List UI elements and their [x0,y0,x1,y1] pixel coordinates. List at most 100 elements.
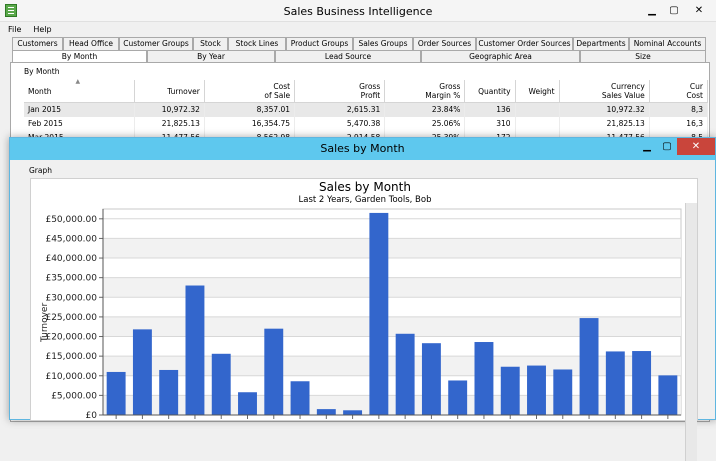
table-cell: 8,357.01 [204,102,296,117]
tab-customer-groups[interactable]: Customer Groups [119,37,193,50]
tab-order-sources[interactable]: Order Sources [413,37,476,50]
column-header-text: Quantity [478,86,511,96]
bar [185,285,205,415]
chart-minimize-button[interactable]: ▁ [637,138,657,155]
table-cell: 2,615.31 [294,102,386,117]
bar [500,366,520,415]
column-header[interactable]: Weight [515,80,560,103]
bar [211,353,231,415]
menu-help[interactable]: Help [33,25,51,34]
chart-area: Sales by Month Last 2 Years, Garden Tool… [30,178,698,461]
window-title: Sales Business Intelligence [283,5,433,18]
bar [264,328,284,415]
chart-close-button[interactable]: ✕ [677,138,715,155]
menu-bar: File Help [0,22,716,36]
table-cell: 136 [464,102,516,117]
column-header-text: Turnover [167,86,200,96]
column-header[interactable]: Cost of Sale [204,80,296,103]
column-header-text: Currency [611,82,645,91]
tab-product-groups[interactable]: Product Groups [286,37,353,50]
by-month-table: Month ▲ Turnover Cost of Sale Gross Profit Gros… [24,77,709,145]
bar [395,333,415,415]
column-header-text: Profit [360,91,381,100]
table-cell [515,102,560,117]
bar [238,392,257,415]
bar [448,380,468,415]
y-tick-label: £5,000.00 [51,391,97,401]
bar [553,369,573,415]
table-cell: 16,3 [649,116,709,131]
grid-band [103,238,681,259]
y-tick-label: £40,000.00 [45,254,97,264]
column-header-text: Cost [273,82,291,91]
bar [579,318,599,415]
bar [632,351,652,415]
column-header[interactable]: Quantity [464,80,516,103]
maximize-button[interactable]: ▢ [664,2,684,19]
column-header-text: Gross [359,82,381,91]
bar [369,212,389,415]
column-header-text: of Sale [264,91,291,100]
column-header[interactable]: Gross Margin % [384,80,466,103]
chart-window: Sales by Month ▁ ▢ ✕ Graph Sales by Mont… [9,137,716,461]
y-tick-label: £50,000.00 [45,215,97,225]
tab-nominal-accounts[interactable]: Nominal Accounts [629,37,706,50]
table-cell: 21,825.13 [134,116,205,131]
table-cell: 5,470.38 [294,116,386,131]
tab-row-top: Customers Head Office Customer Groups St… [0,37,716,50]
y-tick-label: £35,000.00 [45,274,97,284]
bar [605,351,625,415]
bar [106,371,126,415]
chart-maximize-button[interactable]: ▢ [657,138,677,155]
table-cell: 21,825.13 [559,116,650,131]
column-header-text: Margin % [425,91,461,100]
chart-scrollbar[interactable] [685,203,697,461]
sort-arrow-icon: ▲ [75,77,81,85]
bar-chart: £0£5,000.00£10,000.00£15,000.00£20,000.0… [40,208,682,421]
bar [658,375,678,415]
bar [343,410,363,415]
column-header-text: Gross [439,82,461,91]
table-cell [515,116,560,131]
tab-head-office[interactable]: Head Office [63,37,119,50]
table-cell: 25.06% [384,116,466,131]
graph-section-label: Graph [29,166,53,175]
tab-customer-order-sources[interactable]: Customer Order Sources [476,37,573,50]
tab-departments[interactable]: Departments [573,37,629,50]
column-header[interactable]: Gross Profit [294,80,386,103]
column-header[interactable]: Month ▲ [24,77,135,103]
table-row[interactable]: Feb 2015 21,825.13 16,354.75 5,470.38 25.06%… [24,116,709,131]
column-header-text: Cost [686,91,703,100]
column-header-text: Weight [528,86,555,96]
table-cell: 23.84% [384,102,466,117]
column-header[interactable]: Cur Cost [649,80,709,103]
table-cell: 10,972.32 [134,102,205,117]
column-header[interactable]: Currency Sales Value [559,80,650,103]
table-cell: Jan 2015 [24,102,135,117]
y-tick-label: £10,000.00 [45,372,97,382]
y-tick-label: £15,000.00 [45,352,97,362]
bar [527,365,546,415]
column-header-text: Month ▲ [28,77,81,96]
table-cell: 16,354.75 [204,116,296,131]
bar [290,381,310,415]
table-row[interactable]: Jan 2015 10,972.32 8,357.01 2,615.31 23.84% 1… [24,102,709,117]
minimize-button[interactable]: ▁ [642,2,662,19]
bar [316,409,336,415]
table-cell: 310 [464,116,516,131]
tab-customers[interactable]: Customers [12,37,63,50]
bar [132,329,152,415]
tab-stock-lines[interactable]: Stock Lines [228,37,286,50]
tab-stock[interactable]: Stock [193,37,228,50]
tab-sales-groups[interactable]: Sales Groups [353,37,413,50]
table-cell: Feb 2015 [24,116,135,131]
close-button[interactable]: ✕ [686,2,712,19]
menu-file[interactable]: File [8,25,21,34]
table-cell: 10,972.32 [559,102,650,117]
column-header-text: Sales Value [601,91,645,100]
y-tick-label: £25,000.00 [45,313,97,323]
panel-label: By Month [24,67,60,76]
bar [421,343,441,415]
column-header[interactable]: Turnover [134,80,205,103]
y-tick-label: £20,000.00 [45,333,97,343]
